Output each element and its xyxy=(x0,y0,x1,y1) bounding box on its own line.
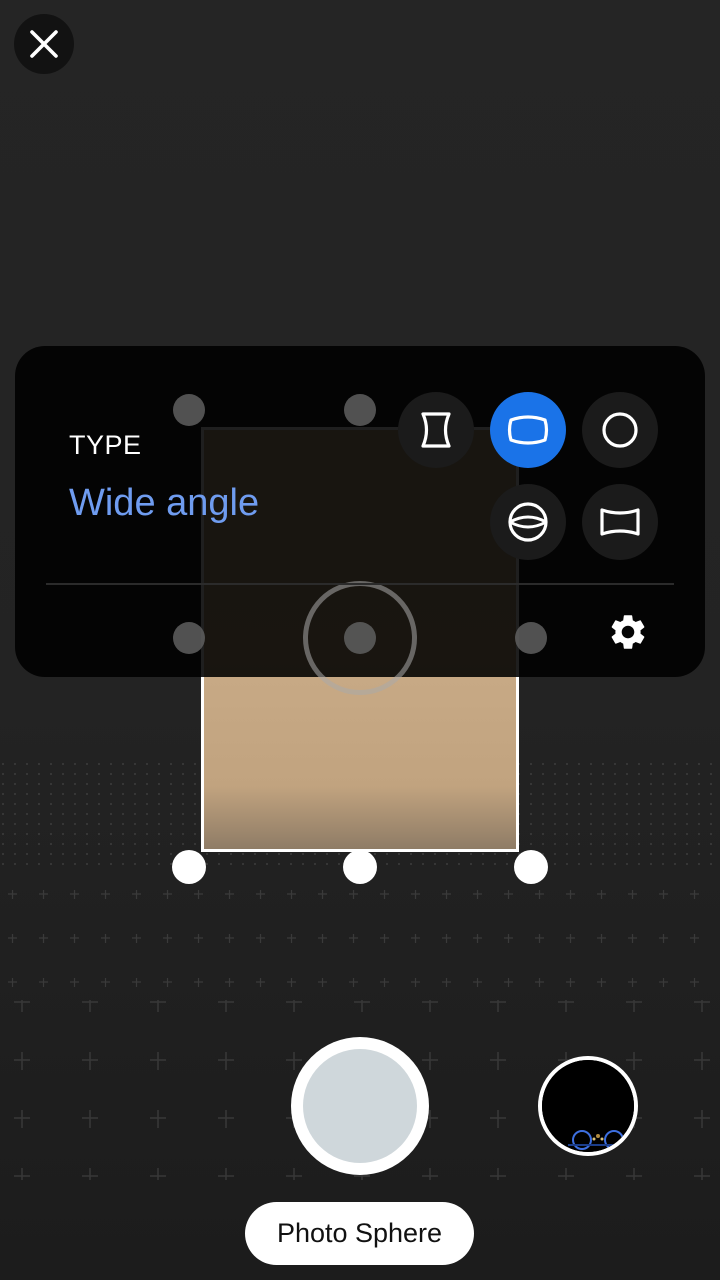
type-option-wide-angle[interactable] xyxy=(490,392,566,468)
settings-button[interactable] xyxy=(603,607,653,657)
close-button[interactable] xyxy=(14,14,74,74)
circle-icon xyxy=(602,412,638,448)
handle-bottom-left xyxy=(172,850,206,884)
gallery-thumbnail[interactable] xyxy=(538,1056,638,1156)
type-option-hourglass[interactable] xyxy=(398,392,474,468)
handle-top-center xyxy=(344,394,376,426)
handle-bottom-center xyxy=(343,850,377,884)
handle-bottom-right xyxy=(514,850,548,884)
type-label: TYPE xyxy=(69,430,142,460)
hourglass-panorama-icon xyxy=(421,412,451,448)
shutter-button[interactable] xyxy=(291,1037,429,1175)
panel-divider xyxy=(46,583,674,585)
handle-top-left xyxy=(173,394,205,426)
mode-photo-sphere-button[interactable]: Photo Sphere xyxy=(245,1202,474,1265)
type-value: Wide angle xyxy=(69,482,260,524)
wide-angle-icon xyxy=(507,415,549,445)
camera-screen: TYPE Wide angle Photo Sphere xyxy=(0,0,720,1280)
thumbnail-preview-image xyxy=(542,1060,634,1152)
type-option-horizontal[interactable] xyxy=(582,484,658,560)
type-option-circle[interactable] xyxy=(582,392,658,468)
shutter-inner xyxy=(303,1049,417,1163)
target-ring xyxy=(303,581,417,695)
close-icon xyxy=(30,30,58,58)
type-option-sphere[interactable] xyxy=(490,484,566,560)
gear-icon xyxy=(611,615,645,649)
handle-middle-left xyxy=(173,622,205,654)
horizontal-panorama-icon xyxy=(600,508,640,536)
handle-middle-right xyxy=(515,622,547,654)
sphere-icon xyxy=(508,502,548,542)
